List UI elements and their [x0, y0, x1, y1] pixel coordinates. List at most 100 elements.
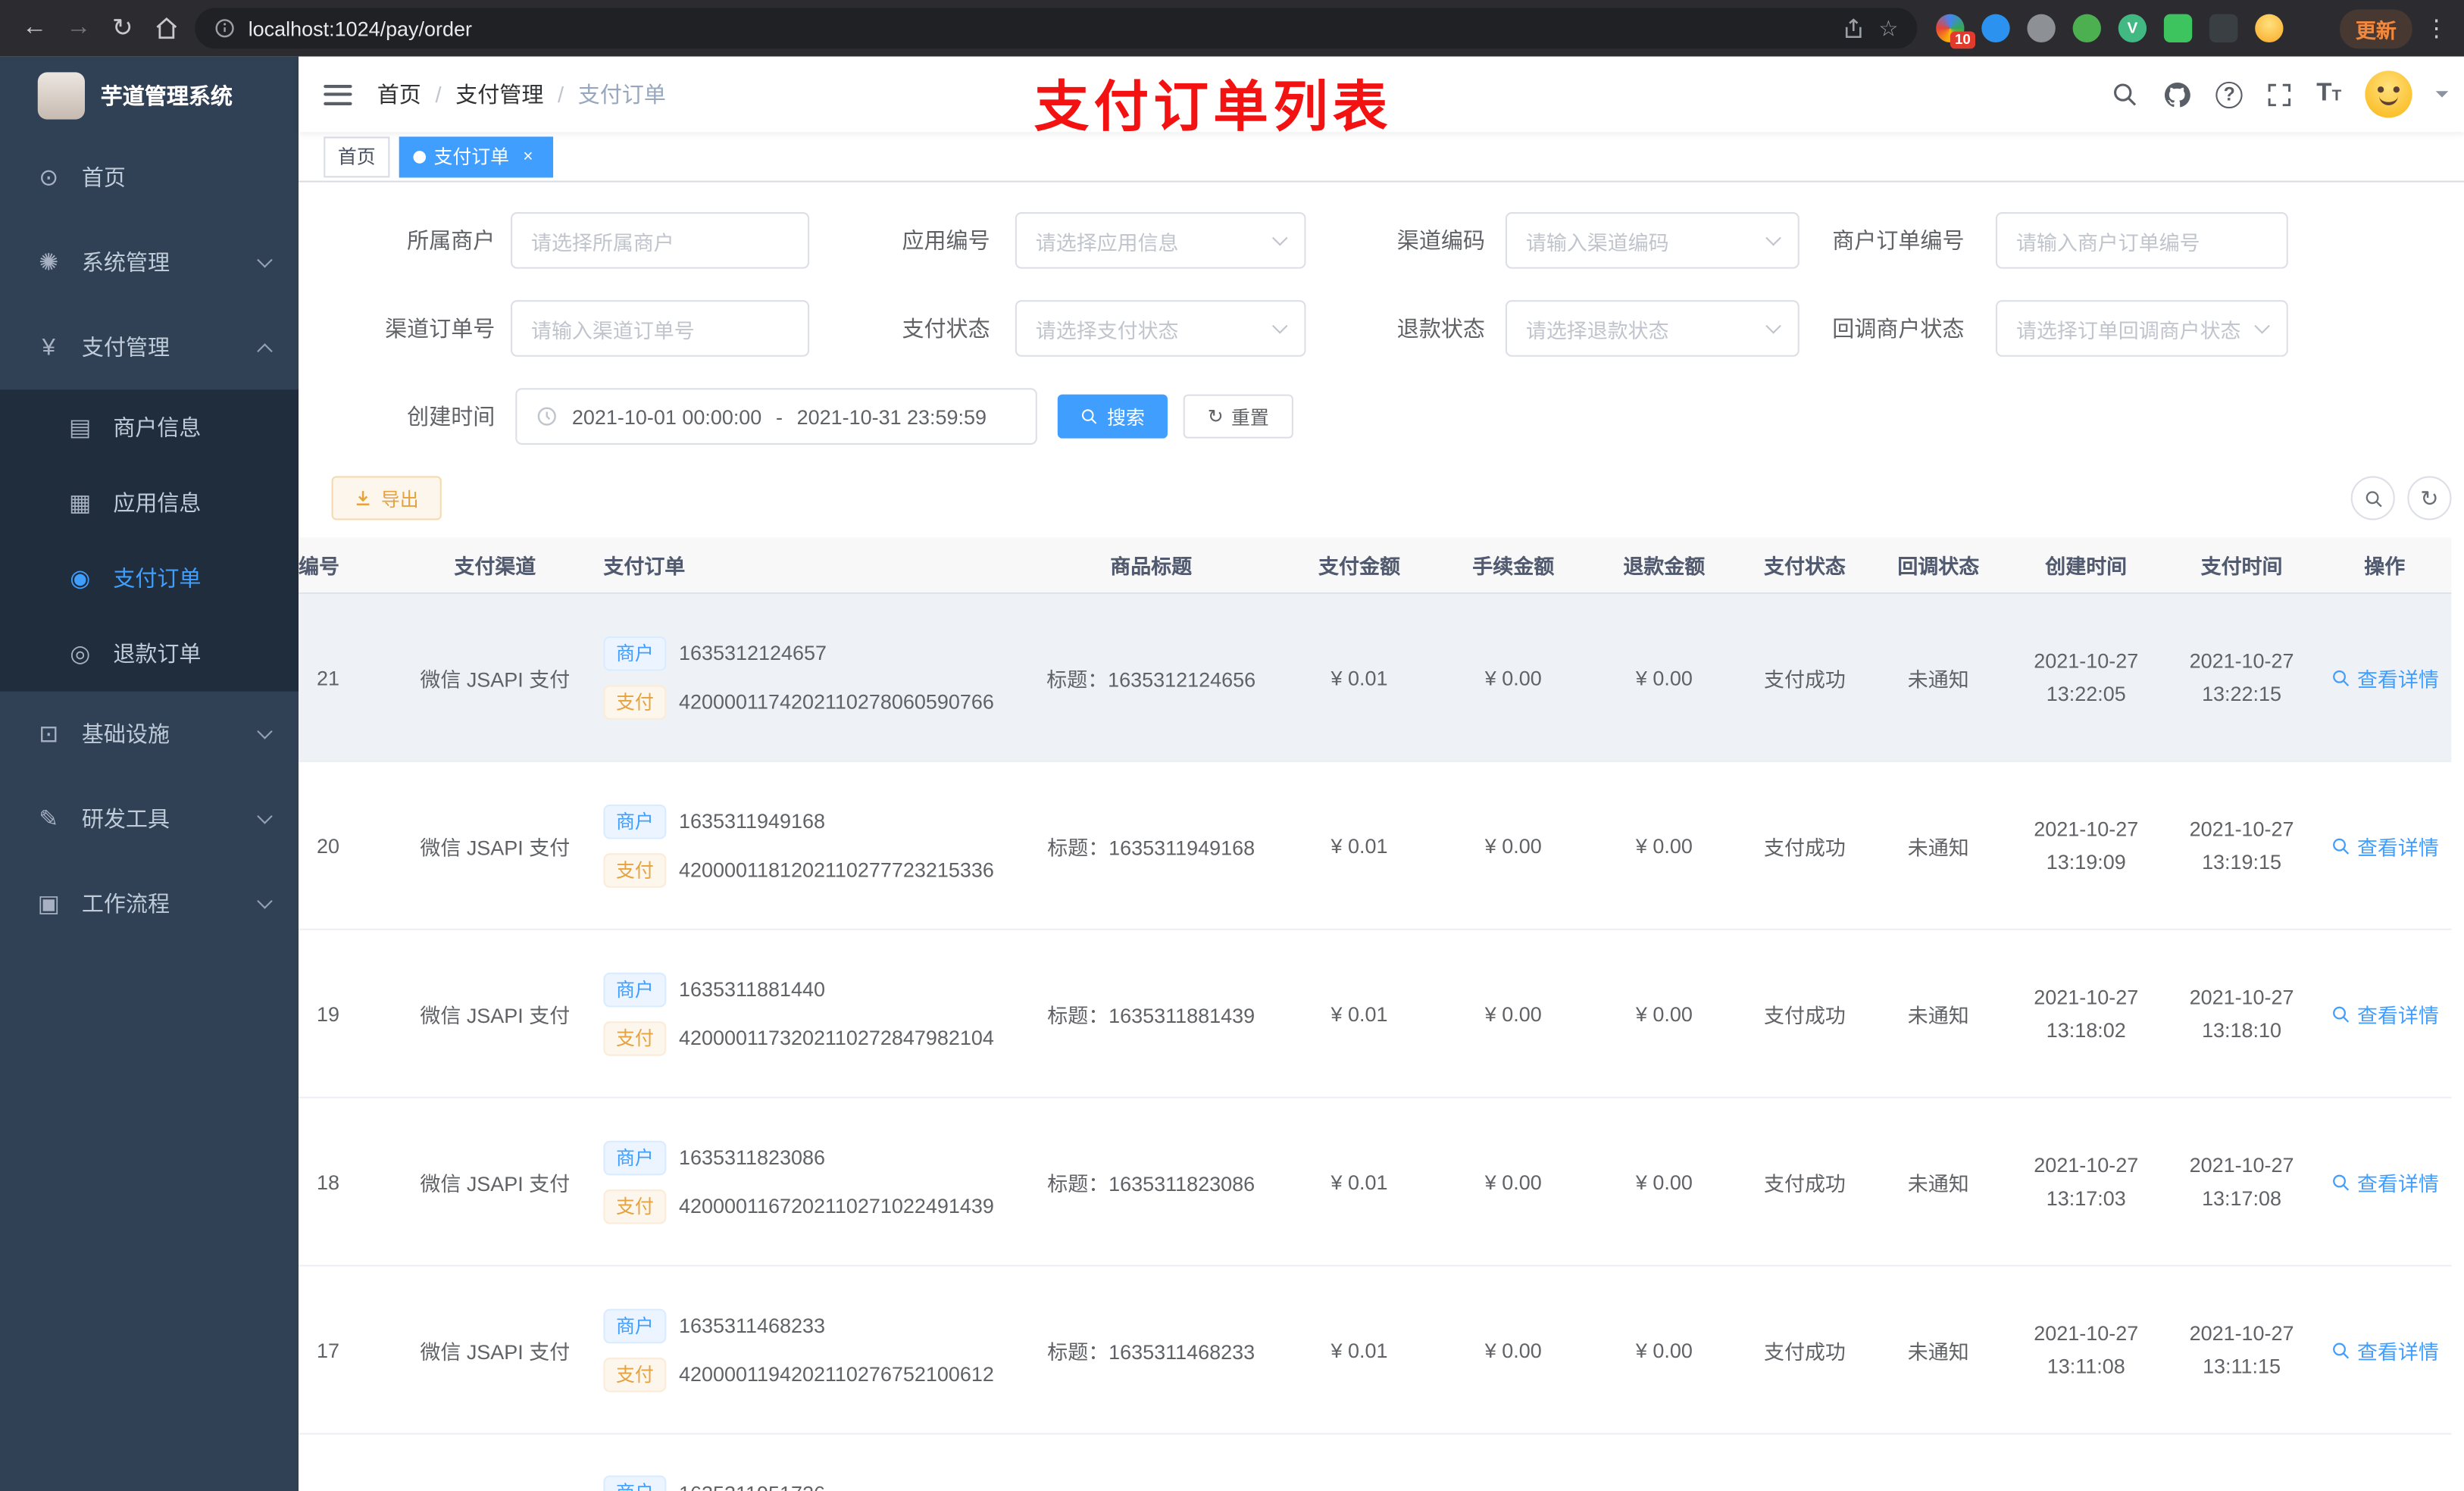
page-title-annotation: 支付订单列表 [1033, 77, 1393, 139]
table-row[interactable]: 17 微信 JSAPI 支付 商户 1635311468233 支付 4200001… [299, 1266, 2452, 1435]
pay-tag: 支付 [603, 1188, 667, 1224]
extension-blue-icon[interactable] [1981, 14, 2010, 42]
sidebar-item-refund-order[interactable]: ◎ 退款订单 [0, 616, 299, 692]
table-row[interactable]: 20 微信 JSAPI 支付 商户 1635311949168 支付 4200001… [299, 761, 2452, 930]
view-detail-link[interactable]: 查看详情 [2331, 999, 2439, 1028]
tab-home[interactable]: 首页 [324, 136, 390, 177]
merchant-tag: 商户 [603, 635, 667, 670]
pay-tag: 支付 [603, 852, 667, 887]
tab-pay-order[interactable]: 支付订单 × [399, 136, 554, 177]
channel-code-select[interactable]: 请输入渠道编码 [1505, 211, 1800, 269]
refund-status-select[interactable]: 请选择退款状态 [1505, 300, 1800, 357]
sidebar-item-merchant-info[interactable]: ▤ 商户信息 [0, 389, 299, 465]
merchant-tag: 商户 [603, 1139, 667, 1175]
extension-gray-icon[interactable] [2027, 14, 2056, 42]
sidebar-toggle-icon[interactable] [324, 83, 352, 105]
font-size-icon[interactable]: TT [2316, 80, 2341, 108]
col-pay-status: 支付状态 [1764, 555, 1846, 579]
col-pay-time: 支付时间 [2200, 555, 2283, 579]
pay-tag: 支付 [603, 1356, 667, 1392]
avatar-caret-icon[interactable] [2435, 91, 2449, 104]
view-detail-link[interactable]: 查看详情 [2331, 1167, 2439, 1196]
table-header-row: 编号 支付渠道 支付订单 商品标题 支付金额 手续金额 退款金额 支付状态 回调… [299, 537, 2452, 594]
browser-update-button[interactable]: 更新 [2340, 8, 2412, 48]
sidebar-item-devtools[interactable]: ✎ 研发工具 [0, 777, 299, 861]
chevron-down-icon [257, 252, 273, 268]
refresh-icon: ↻ [1207, 405, 1224, 428]
extension-dark-icon[interactable] [2209, 14, 2238, 42]
chevron-down-icon [257, 893, 273, 909]
extension-chat-icon[interactable] [2163, 14, 2193, 42]
view-detail-link[interactable]: 查看详情 [2331, 830, 2439, 860]
col-notify-status: 回调状态 [1897, 555, 1980, 579]
owner-merchant-input[interactable]: 请选择所属商户 [511, 211, 810, 269]
sidebar-item-workflow[interactable]: ▣ 工作流程 [0, 861, 299, 946]
browser-home-icon[interactable] [145, 6, 189, 50]
toolbar-search-toggle-button[interactable] [2350, 476, 2395, 520]
tags-view-bar: 首页 支付订单 × [299, 132, 2464, 183]
bookmark-star-icon[interactable]: ☆ [1878, 15, 1898, 42]
merchant-order-no-input[interactable]: 请输入商户订单编号 [1995, 211, 2288, 269]
view-detail-link[interactable]: 查看详情 [2331, 662, 2439, 692]
sidebar-item-app-info[interactable]: ▦ 应用信息 [0, 465, 299, 541]
chevron-down-icon [257, 724, 273, 739]
site-info-icon[interactable] [214, 17, 236, 39]
active-tab-dot [413, 150, 427, 163]
browser-back-icon[interactable]: ← [13, 6, 57, 50]
sidebar-item-home[interactable]: ⊙ 首页 [0, 135, 299, 220]
profile-avatar-icon[interactable] [2255, 14, 2284, 42]
browser-menu-icon[interactable]: ⋮ [2425, 14, 2448, 42]
address-bar[interactable]: localhost:1024/pay/order ☆ [195, 8, 1918, 49]
github-icon[interactable] [2162, 80, 2192, 109]
table-row-partial[interactable]: 商户1635311951726 [299, 1434, 2452, 1491]
orders-table: 编号 支付渠道 支付订单 商品标题 支付金额 手续金额 退款金额 支付状态 回调… [299, 537, 2452, 1491]
filter-label-channel-order-no: 渠道订单号 [385, 315, 496, 342]
table-row[interactable]: 18 微信 JSAPI 支付 商户 1635311823086 支付 4200001… [299, 1098, 2452, 1267]
tab-close-icon[interactable]: × [517, 145, 539, 167]
extension-colorful-icon[interactable]: 10 [1936, 14, 1976, 49]
dashboard-icon: ⊙ [39, 164, 59, 192]
share-icon[interactable] [1843, 17, 1866, 40]
toolbar-refresh-button[interactable]: ↻ [2407, 476, 2452, 520]
breadcrumb-section[interactable]: 支付管理 [455, 79, 543, 110]
search-icon[interactable] [2111, 80, 2139, 108]
sidebar-item-pay-order[interactable]: ◉ 支付订单 [0, 540, 299, 616]
help-icon[interactable]: ? [2215, 80, 2243, 108]
col-actions: 操作 [2364, 555, 2406, 579]
content-area: 所属商户 请选择所属商户 应用编号 请选择应用信息 渠道编码 请输入渠道编码 商… [299, 183, 2464, 1491]
export-button[interactable]: 导出 [331, 476, 442, 520]
main-panel: 首页 / 支付管理 / 支付订单 支付订单列表 ? TT 首页 支付订单 × 所… [299, 56, 2464, 1491]
user-avatar[interactable] [2365, 70, 2412, 118]
channel-order-no-input[interactable]: 请输入渠道订单号 [511, 300, 810, 357]
vue-devtools-icon[interactable]: V [2118, 14, 2147, 42]
callback-status-select[interactable]: 请选择订单回调商户状态 [1995, 300, 2288, 357]
table-row[interactable]: 19 微信 JSAPI 支付 商户 1635311881440 支付 4200001… [299, 930, 2452, 1099]
fullscreen-icon[interactable] [2266, 81, 2293, 108]
date-end-value: 2021-10-31 23:59:59 [796, 405, 987, 429]
table-row[interactable]: 21 微信 JSAPI 支付 商户 1635312124657 支付 4200001… [299, 593, 2452, 762]
search-button[interactable]: 搜索 [1057, 394, 1168, 439]
app-no-select[interactable]: 请选择应用信息 [1015, 211, 1306, 269]
yen-icon: ¥ [42, 333, 55, 361]
sidebar-item-infrastructure[interactable]: ⊡ 基础设施 [0, 692, 299, 777]
browser-reload-icon[interactable]: ↻ [101, 6, 145, 50]
extension-green-icon[interactable] [2072, 14, 2101, 42]
monitor-icon: ⊡ [39, 720, 59, 749]
reset-button[interactable]: ↻ 重置 [1183, 394, 1293, 439]
document-icon: ◎ [70, 641, 91, 668]
merchant-tag: 商户 [603, 803, 667, 839]
breadcrumb: 首页 / 支付管理 / 支付订单 [377, 79, 666, 110]
view-detail-link[interactable]: 查看详情 [2331, 1335, 2439, 1364]
sidebar-menu: ⊙ 首页 ✺ 系统管理 ¥ 支付管理 ▤ 商户信息 ▦ 应用信息 ◉ 支付订单 … [0, 135, 299, 946]
sidebar-item-system[interactable]: ✺ 系统管理 [0, 220, 299, 305]
col-create-time: 创建时间 [2045, 555, 2128, 579]
sidebar-item-payment[interactable]: ¥ 支付管理 [0, 305, 299, 389]
browser-forward-icon[interactable]: → [57, 6, 101, 50]
filter-label-channel-code: 渠道编码 [1396, 227, 1485, 253]
pay-status-select[interactable]: 请选择支付状态 [1015, 300, 1306, 357]
create-time-range-picker[interactable]: 2021-10-01 00:00:00 - 2021-10-31 23:59:5… [515, 388, 1037, 445]
col-pay-amount: 支付金额 [1318, 555, 1400, 579]
sidebar: 芋道管理系统 ⊙ 首页 ✺ 系统管理 ¥ 支付管理 ▤ 商户信息 ▦ 应用信息 … [0, 56, 299, 1491]
breadcrumb-home[interactable]: 首页 [377, 79, 421, 110]
screen: ← → ↻ localhost:1024/pay/order ☆ 10 V 更新… [0, 0, 2464, 1491]
